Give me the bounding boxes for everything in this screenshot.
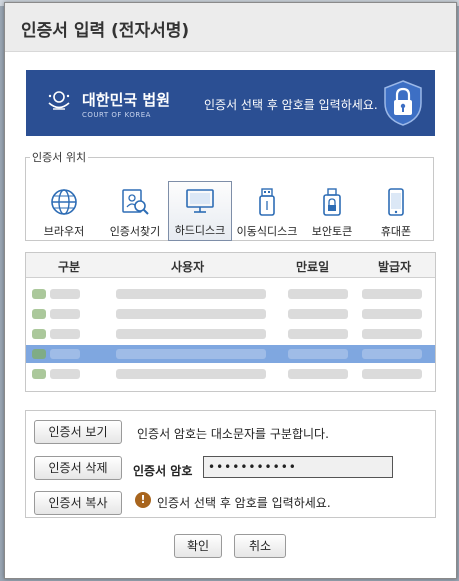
- warning-message: 인증서 선택 후 암호를 입력하세요.: [157, 496, 331, 510]
- ok-button[interactable]: 확인: [174, 534, 222, 558]
- location-security-token[interactable]: 보안토큰: [300, 183, 364, 239]
- location-label: 브라우저: [43, 225, 85, 238]
- delete-certificate-button[interactable]: 인증서 삭제: [34, 456, 122, 480]
- certificate-search-icon: [122, 189, 149, 215]
- certificate-table: 구분 사용자 만료일 발급자: [25, 252, 436, 392]
- dialog-title: 인증서 입력 (전자서명): [21, 21, 190, 41]
- location-label: 이동식디스크: [236, 225, 298, 238]
- location-removable-disk[interactable]: 이동식디스크: [232, 183, 302, 239]
- usb-icon: [259, 188, 275, 216]
- password-input[interactable]: •••••••••••: [203, 456, 393, 478]
- table-row[interactable]: [26, 285, 435, 303]
- column-type[interactable]: 구분: [58, 258, 80, 275]
- location-label: 휴대폰: [380, 225, 412, 238]
- location-mobile-phone[interactable]: 휴대폰: [364, 183, 428, 239]
- location-label: 인증서찾기: [109, 225, 161, 238]
- table-row[interactable]: [26, 325, 435, 343]
- logo-korean-text: 대한민국 법원: [82, 91, 171, 109]
- location-hard-disk[interactable]: 하드디스크: [168, 181, 232, 241]
- court-banner: 대한민국 법원 COURT OF KOREA 인증서 선택 후 암호를 입력하세…: [26, 70, 435, 136]
- view-certificate-button[interactable]: 인증서 보기: [34, 420, 122, 444]
- security-token-icon: [323, 188, 341, 216]
- copy-certificate-button[interactable]: 인증서 복사: [34, 491, 122, 515]
- location-label: 보안토큰: [311, 225, 353, 238]
- column-user[interactable]: 사용자: [171, 258, 204, 275]
- location-browser[interactable]: 브라우저: [32, 183, 96, 239]
- column-issuer[interactable]: 발급자: [378, 258, 411, 275]
- court-logo-icon: [48, 91, 70, 110]
- table-row-selected[interactable]: [26, 345, 435, 363]
- location-legend: 인증서 위치: [32, 151, 87, 164]
- banner-message: 인증서 선택 후 암호를 입력하세요.: [204, 98, 378, 112]
- cancel-button[interactable]: 취소: [234, 534, 286, 558]
- location-label: 하드디스크: [174, 224, 226, 237]
- logo-english-text: COURT OF KOREA: [82, 111, 151, 119]
- table-row[interactable]: [26, 365, 435, 383]
- monitor-icon: [186, 189, 214, 213]
- mobile-phone-icon: [388, 188, 404, 216]
- table-row[interactable]: [26, 305, 435, 323]
- globe-icon: [51, 189, 77, 215]
- table-header: 구분 사용자 만료일 발급자: [26, 253, 435, 278]
- warning-icon: !: [135, 492, 151, 508]
- certificate-dialog: 인증서 입력 (전자서명) 대한민국 법원 COURT OF KOREA 인증서…: [4, 2, 457, 579]
- title-bar: 인증서 입력 (전자서명): [5, 3, 456, 52]
- column-expiry[interactable]: 만료일: [296, 258, 329, 275]
- lock-shield-icon: [384, 80, 422, 126]
- password-label: 인증서 암호: [133, 464, 193, 478]
- certificate-actions-panel: 인증서 보기 인증서 삭제 인증서 복사 인증서 암호는 대소문자를 구분합니다…: [25, 410, 436, 518]
- certificate-location-group: 인증서 위치 브라우저 인증서찾기 하드디스크 이동식디스크 보안토큰 휴대폰: [25, 149, 434, 241]
- location-find-certificate[interactable]: 인증서찾기: [100, 183, 170, 239]
- case-sensitive-notice: 인증서 암호는 대소문자를 구분합니다.: [137, 427, 329, 441]
